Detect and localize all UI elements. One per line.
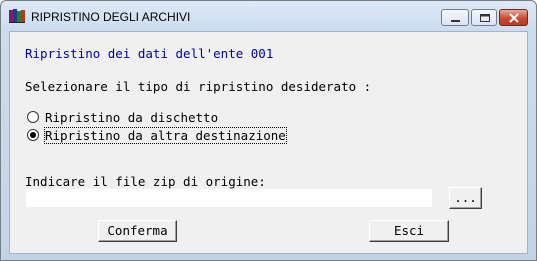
zip-file-input[interactable] — [26, 189, 432, 207]
close-button[interactable] — [499, 9, 528, 26]
radio-label-other-destination[interactable]: Ripristino da altra destinazione — [44, 127, 287, 144]
dialog-window: RIPRISTINO DEGLI ARCHIVI Ripristino dei … — [0, 0, 537, 261]
close-icon — [509, 13, 519, 23]
archive-books-icon — [9, 9, 25, 23]
maximize-button[interactable] — [471, 9, 497, 26]
restore-type-prompt: Selezionare il tipo di ripristino deside… — [25, 79, 372, 94]
minimize-icon — [451, 20, 460, 22]
window-title: RIPRISTINO DEGLI ARCHIVI — [31, 10, 191, 24]
exit-button[interactable]: Esci — [369, 220, 449, 242]
minimize-button[interactable] — [441, 9, 469, 26]
zip-file-label: Indicare il file zip di origine: — [25, 174, 266, 189]
maximize-icon — [480, 14, 490, 22]
title-bar[interactable]: RIPRISTINO DEGLI ARCHIVI — [1, 1, 536, 31]
restore-header: Ripristino dei dati dell'ente 001 — [25, 46, 274, 61]
confirm-button[interactable]: Conferma — [98, 220, 177, 242]
radio-button-diskette[interactable] — [27, 111, 39, 123]
radio-label-diskette[interactable]: Ripristino da dischetto — [45, 110, 218, 125]
browse-button[interactable]: ... — [449, 187, 482, 209]
radio-button-other-destination[interactable] — [27, 129, 39, 141]
dialog-client-area: Ripristino dei dati dell'ente 001 Selezi… — [9, 31, 528, 254]
